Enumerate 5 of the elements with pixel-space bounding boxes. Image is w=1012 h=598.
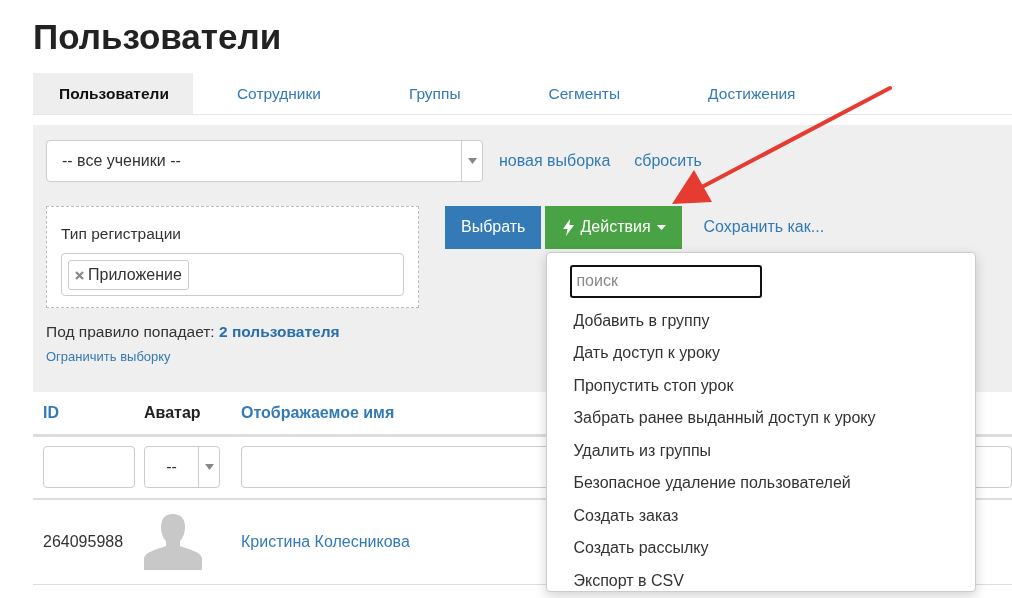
column-header: Аватар (144, 403, 201, 421)
rule-label: Тип регистрации (61, 223, 182, 244)
match-summary: Под правило попадает: 2 пользователя (46, 321, 340, 342)
table-cell: 264095988 (43, 532, 124, 550)
page-title: Пользователи (33, 18, 283, 57)
